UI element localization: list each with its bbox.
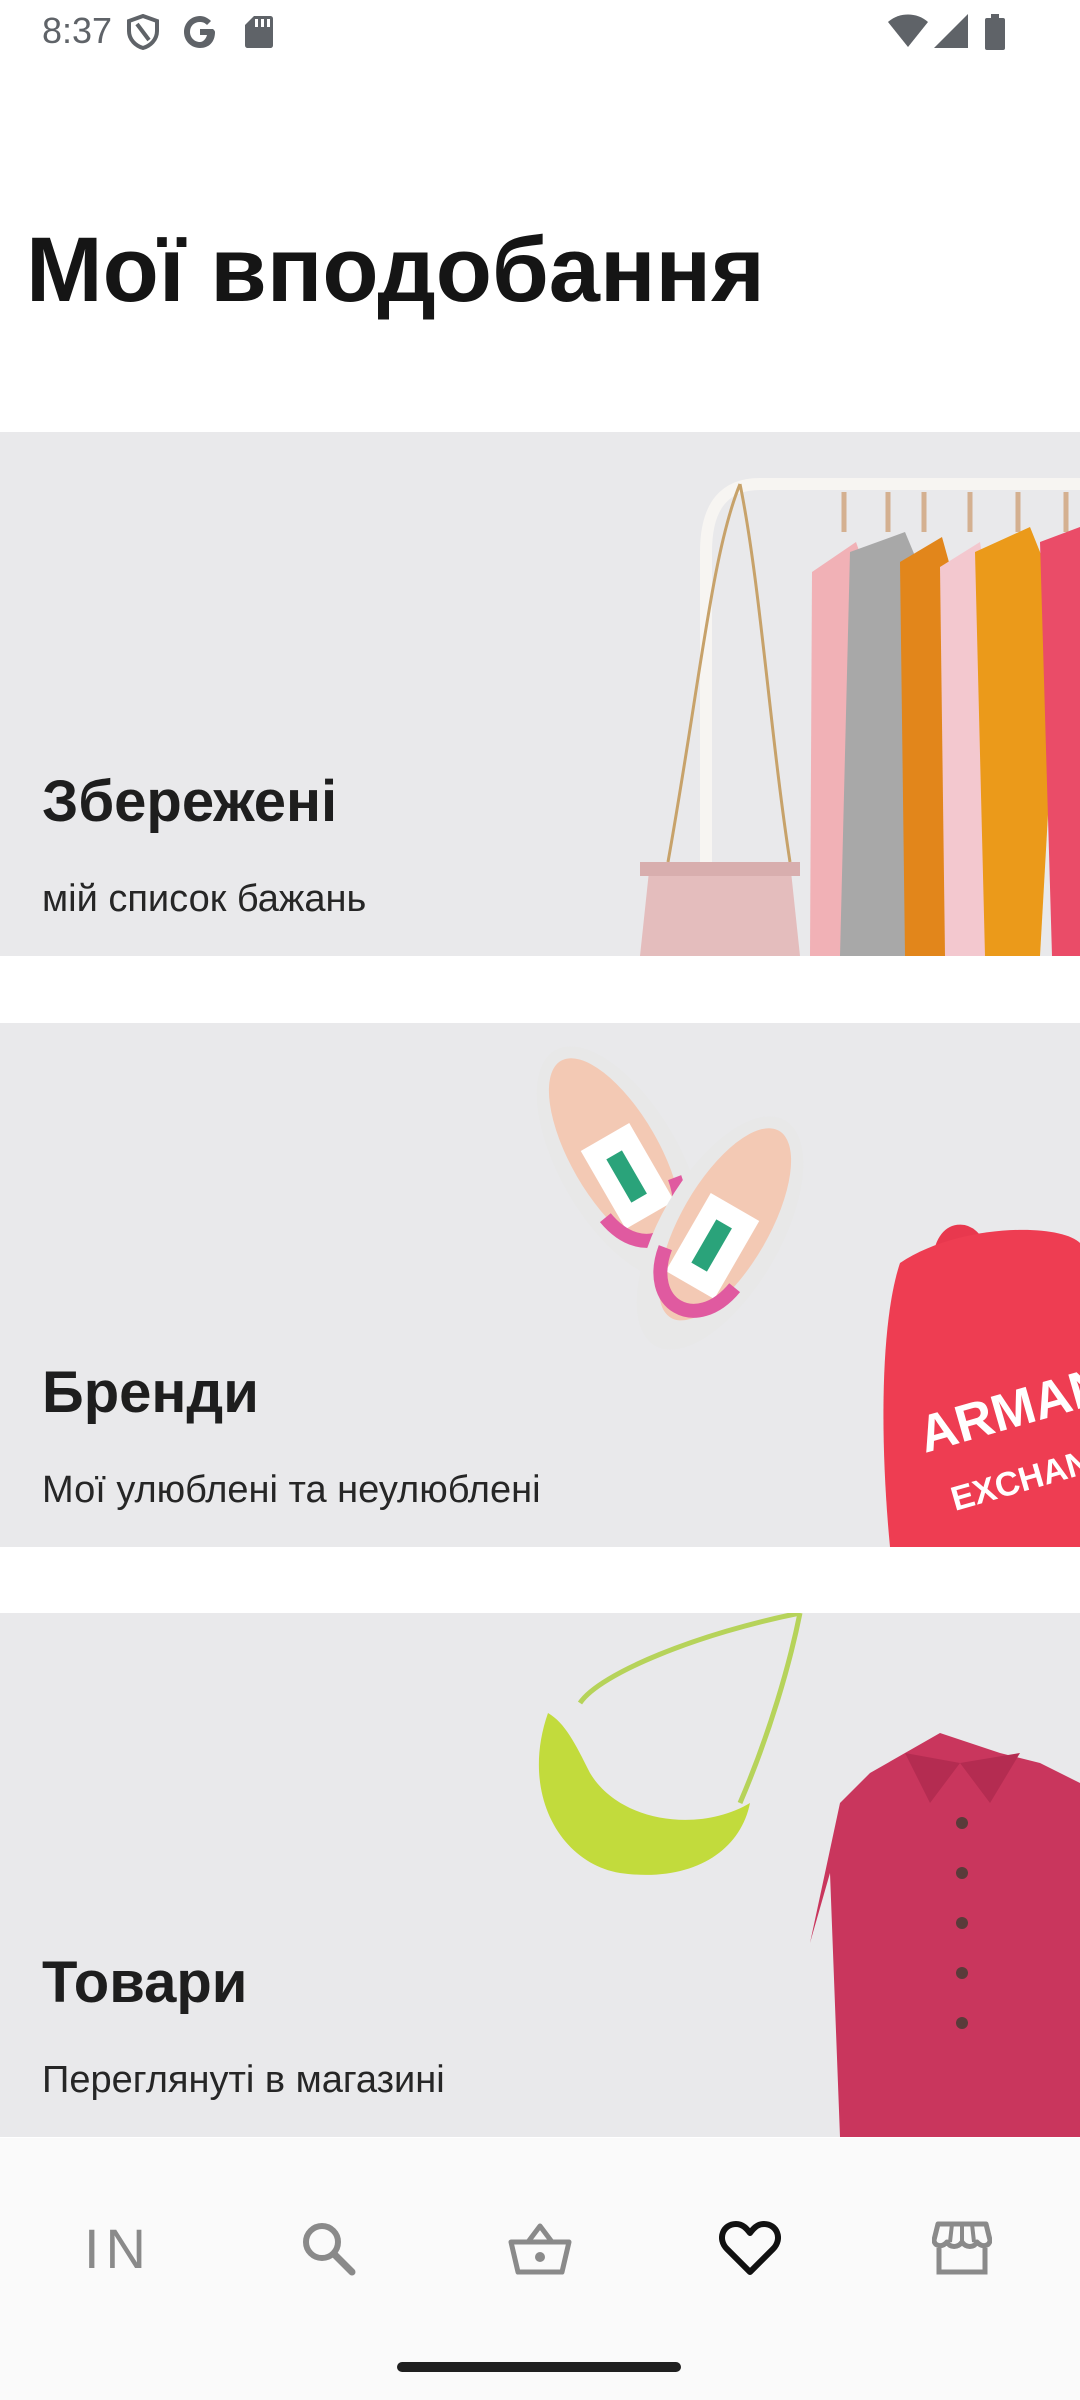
battery-icon — [985, 14, 1005, 50]
nav-search[interactable] — [268, 2198, 388, 2298]
items-card[interactable]: Товари Переглянуті в магазині — [0, 1613, 1080, 2137]
basket-icon — [508, 2223, 572, 2275]
wifi-icon — [888, 14, 928, 47]
logo-icon: IN — [84, 2216, 152, 2280]
store-icon — [932, 2221, 992, 2275]
card-subtitle: Переглянуті в магазині — [42, 2059, 445, 2101]
status-time: 8:37 — [42, 10, 113, 51]
home-indicator[interactable] — [397, 2362, 681, 2372]
page-title: Мої вподобання — [26, 219, 765, 321]
brands-card[interactable]: ARMANI EXCHANGE Бренди Мої улюблені та н… — [0, 1023, 1080, 1547]
nav-favorites[interactable] — [690, 2198, 810, 2298]
sd-card-icon — [245, 16, 273, 48]
card-subtitle: мій список бажань — [42, 878, 367, 920]
card-title: Бренди — [42, 1360, 259, 1425]
search-icon — [303, 2223, 356, 2276]
nav-stores[interactable] — [902, 2198, 1022, 2298]
status-bar: 8:37 — [0, 0, 1080, 64]
heart-icon — [719, 2221, 781, 2275]
saved-card[interactable]: Збережені мій список бажань — [0, 432, 1080, 956]
card-subtitle: Мої улюблені та неулюблені — [42, 1469, 541, 1511]
signal-icon — [934, 14, 968, 48]
card-title: Збережені — [42, 769, 338, 834]
bottom-navigation: IN — [0, 2138, 1080, 2400]
shield-icon — [127, 14, 159, 50]
google-g-icon — [184, 16, 215, 48]
nav-basket[interactable] — [480, 2198, 600, 2298]
card-title: Товари — [42, 1950, 248, 2015]
nav-home[interactable]: IN — [58, 2198, 178, 2298]
